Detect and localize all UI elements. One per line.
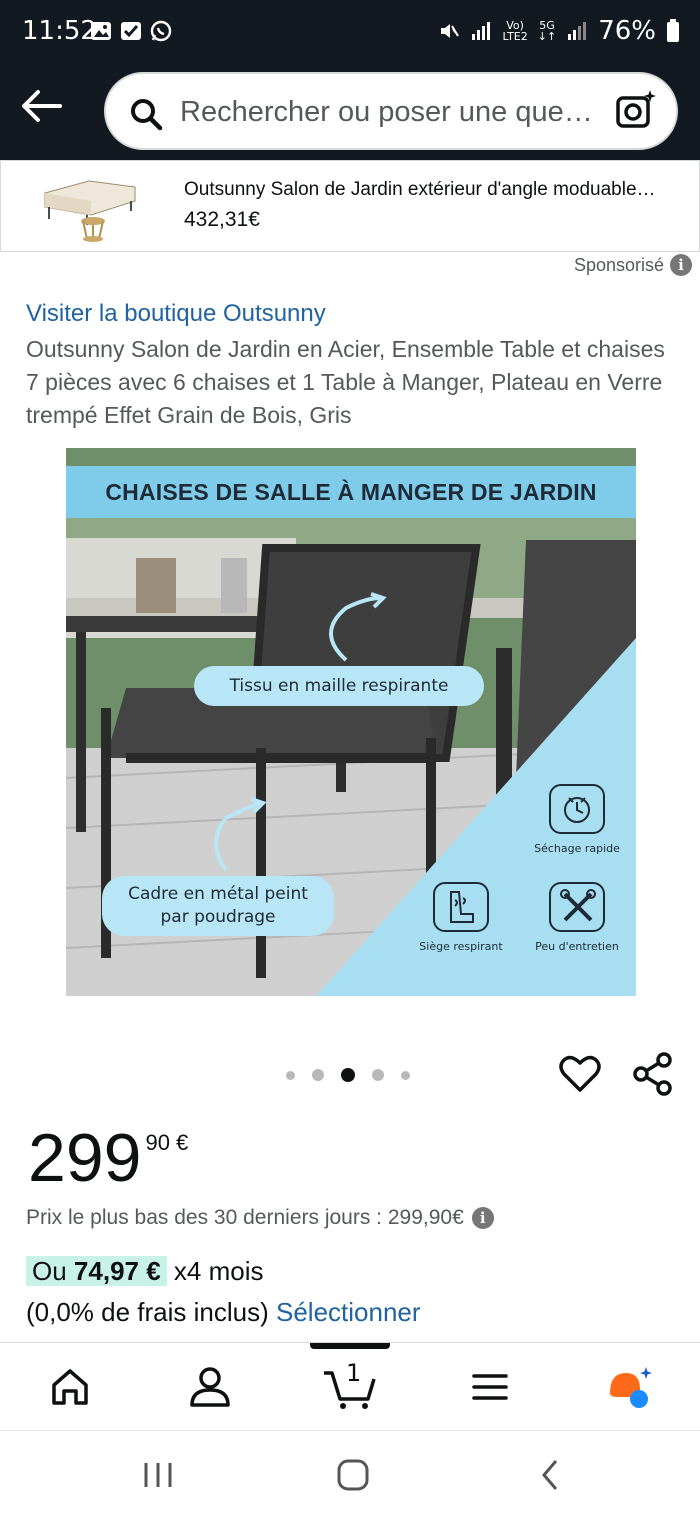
tools-icon: [549, 882, 605, 932]
feature-low-maintenance: Peu d'entretien: [522, 882, 632, 953]
callout-mesh-fabric: Tissu en maille respirante: [194, 666, 484, 706]
search-header: [0, 66, 700, 160]
sponsored-label[interactable]: Sponsorisé i: [574, 254, 692, 276]
info-icon[interactable]: i: [471, 1207, 494, 1229]
battery-percent: 76%: [598, 16, 656, 46]
recent-apps-icon[interactable]: [138, 1455, 178, 1495]
bottom-navigation: 1: [0, 1342, 700, 1430]
checkbox-icon: [121, 22, 141, 40]
sponsored-product-price: 432,31€: [184, 208, 260, 231]
rufus-assistant-icon[interactable]: [606, 1363, 654, 1411]
carousel-dot-active[interactable]: [341, 1068, 355, 1082]
home-system-icon[interactable]: [333, 1455, 373, 1495]
callout-frame-line1: Cadre en métal peint: [128, 884, 308, 904]
sponsored-text: Sponsorisé: [573, 254, 664, 275]
product-title: Outsunny Salon de Jardin en Acier, Ensem…: [26, 336, 665, 428]
signal-icon-2: [568, 22, 587, 40]
status-right: Vo) LTE2 5G ↓↑ 76%: [438, 16, 680, 46]
price-whole: 299: [28, 1120, 142, 1196]
callout-frame-line2: par poudrage: [160, 907, 276, 927]
lowest-price-text: Prix le plus bas des 30 derniers jours :…: [26, 1206, 464, 1229]
feature-breathable-seat: Siège respirant: [406, 882, 516, 953]
search-bar[interactable]: [104, 72, 678, 150]
feature-quick-dry-label: Séchage rapide: [534, 842, 620, 855]
back-system-icon[interactable]: [530, 1455, 570, 1495]
network-5g-label: 5G ↓↑: [538, 20, 556, 42]
installment-suffix: x4 mois: [173, 1256, 264, 1286]
carousel-dot[interactable]: [312, 1069, 324, 1081]
installment-prefix: Ou: [32, 1256, 67, 1286]
sponsored-product-title[interactable]: Outsunny Salon de Jardin extérieur d'ang…: [184, 179, 694, 201]
installment-highlight: Ou 74,97 €: [26, 1256, 167, 1286]
menu-icon[interactable]: [466, 1363, 514, 1411]
price: 299 90 €: [28, 1118, 188, 1198]
lowest-price-30-days: Prix le plus bas des 30 derniers jours :…: [26, 1206, 494, 1230]
sponsored-product-banner[interactable]: Outsunny Salon de Jardin extérieur d'ang…: [0, 160, 700, 252]
data-arrows-icon: ↓↑: [537, 30, 557, 43]
active-tab-indicator: [310, 1343, 390, 1349]
back-arrow-icon[interactable]: [18, 86, 66, 126]
cart-count: 1: [346, 1359, 362, 1387]
status-bar: 11:52 Vo) LTE2 5G ↓↑ 76%: [0, 0, 700, 66]
cart-button[interactable]: 1: [322, 1359, 378, 1411]
battery-icon: [667, 19, 679, 42]
feature-quick-dry: Séchage rapide: [522, 784, 632, 855]
whatsapp-icon: [150, 20, 172, 42]
price-fraction: 90 €: [145, 1130, 189, 1155]
info-icon[interactable]: i: [670, 254, 692, 276]
notification-icons: [90, 20, 172, 42]
product-image[interactable]: CHAISES DE SALLE À MANGER DE JARDIN Tiss…: [66, 448, 636, 996]
visit-store-link[interactable]: Visiter la boutique Outsunny: [26, 300, 326, 328]
carousel-dot[interactable]: [401, 1070, 410, 1080]
feature-low-maintenance-label: Peu d'entretien: [535, 940, 619, 953]
installment-fees: (0,0% de frais inclus) Sélectionner: [26, 1293, 421, 1331]
account-icon[interactable]: [186, 1363, 234, 1411]
select-installment-link[interactable]: Sélectionner: [276, 1297, 421, 1327]
wishlist-heart-icon[interactable]: [558, 1052, 602, 1094]
feature-breathable-seat-label: Siège respirant: [419, 940, 503, 953]
carousel-dot[interactable]: [372, 1069, 384, 1081]
camera-search-icon[interactable]: [614, 88, 658, 132]
carousel-dot[interactable]: [286, 1070, 295, 1080]
home-icon[interactable]: [46, 1363, 94, 1411]
mute-icon: [441, 24, 460, 38]
installment-amount: 74,97 €: [73, 1256, 161, 1286]
search-input[interactable]: [180, 88, 610, 136]
system-navigation-bar: [0, 1430, 700, 1517]
search-icon[interactable]: [128, 96, 164, 132]
signal-icon: [472, 22, 491, 40]
status-time: 11:52: [22, 16, 97, 46]
fees-text: (0,0% de frais inclus): [26, 1297, 269, 1327]
callout-powder-coated-frame: Cadre en métal peint par poudrage: [102, 876, 334, 936]
volte-label: Vo) LTE2: [502, 20, 527, 42]
sponsored-product-thumbnail[interactable]: [31, 171, 147, 243]
volte-bottom: LTE2: [502, 30, 528, 43]
quick-dry-icon: [549, 784, 605, 834]
installment-offer: Ou 74,97 € x4 mois: [26, 1252, 263, 1290]
gallery-icon: [91, 22, 111, 40]
share-icon[interactable]: [632, 1052, 674, 1096]
image-carousel-dots: [286, 1068, 410, 1082]
image-heading: CHAISES DE SALLE À MANGER DE JARDIN: [66, 466, 636, 518]
breathable-seat-icon: [433, 882, 489, 932]
